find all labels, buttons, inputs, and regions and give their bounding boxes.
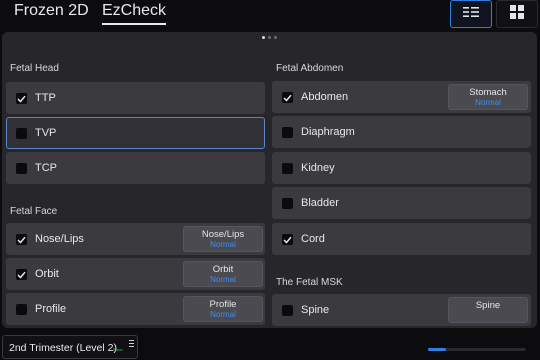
page-dot <box>262 36 265 39</box>
checkbox[interactable] <box>16 128 27 139</box>
check-row-tcp[interactable]: TCP <box>6 152 265 184</box>
stomach-detail-button[interactable]: Stomach Normal <box>448 84 528 110</box>
sub-button-name: Orbit <box>212 264 234 275</box>
progress-bar <box>428 348 526 351</box>
list-view-button[interactable] <box>450 0 492 28</box>
menu-icon <box>129 340 134 347</box>
row-label: TCP <box>35 162 57 174</box>
check-row-abdomen[interactable]: Abdomen Stomach Normal <box>272 81 531 113</box>
checkmark-icon <box>17 271 26 279</box>
checkmark-icon <box>17 95 26 103</box>
page-dot <box>274 36 277 39</box>
checkbox[interactable] <box>16 269 27 280</box>
check-row-spine[interactable]: Spine Spine <box>272 294 531 326</box>
checklist-panel: Fetal Head TTP TVP TCP Fetal Face Nose/L… <box>2 32 537 328</box>
page-indicator[interactable] <box>262 36 277 39</box>
row-label: Diaphragm <box>301 126 355 138</box>
section-title-fetal-face: Fetal Face <box>10 206 58 217</box>
list-view-icon <box>463 5 479 23</box>
orbit-detail-button[interactable]: Orbit Normal <box>183 261 263 287</box>
check-row-profile[interactable]: Profile Profile Normal <box>6 293 265 325</box>
checkmark-icon <box>283 94 292 102</box>
checkbox[interactable] <box>282 92 293 103</box>
row-label: Abdomen <box>301 91 349 103</box>
checkbox[interactable] <box>282 305 293 316</box>
row-label: TTP <box>35 92 56 104</box>
protocol-selector-button[interactable]: 2nd Trimester (Level 2) Basic <box>2 335 138 359</box>
profile-detail-button[interactable]: Profile Normal <box>183 296 263 322</box>
sub-button-status: Normal <box>210 240 236 249</box>
protocol-label: 2nd Trimester (Level 2) <box>9 342 117 354</box>
check-row-ttp[interactable]: TTP <box>6 82 265 114</box>
row-label: Bladder <box>301 197 339 209</box>
check-row-nose-lips[interactable]: Nose/Lips Nose/Lips Normal <box>6 223 265 255</box>
checkbox[interactable] <box>16 304 27 315</box>
bottom-bar: 2nd Trimester (Level 2) Basic <box>0 333 540 360</box>
checkmark-icon <box>283 236 292 244</box>
sub-button-status: Normal <box>475 98 501 107</box>
sub-button-name: Nose/Lips <box>201 229 245 240</box>
sub-button-name: Spine <box>475 300 501 311</box>
section-title-fetal-head: Fetal Head <box>10 63 59 74</box>
row-label: Profile <box>35 303 67 315</box>
checkbox[interactable] <box>16 163 27 174</box>
tab-ezcheck[interactable]: EzCheck <box>102 0 167 25</box>
grid-view-button[interactable] <box>496 0 538 28</box>
checkmark-icon <box>17 236 26 244</box>
section-title-fetal-abdomen: Fetal Abdomen <box>276 63 344 74</box>
section-title-fetal-msk: The Fetal MSK <box>276 277 343 288</box>
checkbox[interactable] <box>282 127 293 138</box>
tab-frozen-2d[interactable]: Frozen 2D <box>14 0 89 22</box>
check-row-tvp[interactable]: TVP <box>6 117 265 149</box>
checkbox[interactable] <box>282 198 293 209</box>
progress-fill <box>428 348 446 351</box>
sub-button-status: Normal <box>210 310 236 319</box>
row-label: TVP <box>35 127 57 139</box>
grid-view-icon <box>510 4 524 24</box>
row-label: Kidney <box>301 162 335 174</box>
check-row-diaphragm[interactable]: Diaphragm <box>272 116 531 148</box>
spine-detail-button[interactable]: Spine <box>448 297 528 323</box>
check-row-kidney[interactable]: Kidney <box>272 152 531 184</box>
page-dot <box>268 36 271 39</box>
nose-lips-detail-button[interactable]: Nose/Lips Normal <box>183 226 263 252</box>
sub-button-status: Normal <box>210 275 236 284</box>
check-row-orbit[interactable]: Orbit Orbit Normal <box>6 258 265 290</box>
row-label: Cord <box>301 233 325 245</box>
checkbox[interactable] <box>282 234 293 245</box>
checkbox[interactable] <box>16 234 27 245</box>
row-label: Nose/Lips <box>35 233 84 245</box>
sub-button-name: Profile <box>209 299 237 310</box>
top-bar: Frozen 2D EzCheck <box>0 0 540 30</box>
check-row-bladder[interactable]: Bladder <box>272 187 531 219</box>
check-row-cord[interactable]: Cord <box>272 223 531 255</box>
checkbox[interactable] <box>16 93 27 104</box>
row-label: Spine <box>301 304 330 316</box>
protocol-badge: Basic <box>113 347 123 352</box>
sub-button-name: Stomach <box>469 87 507 98</box>
checkbox[interactable] <box>282 163 293 174</box>
row-label: Orbit <box>35 268 59 280</box>
